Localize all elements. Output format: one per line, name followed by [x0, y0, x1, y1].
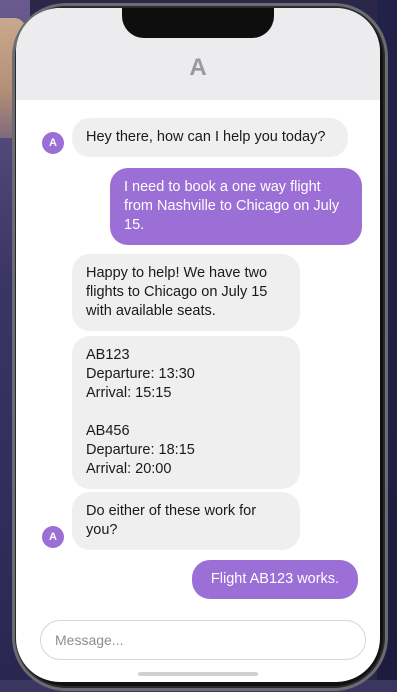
message-incoming-flights: AB123 Departure: 13:30 Arrival: 15:15 AB…: [72, 336, 300, 489]
message-incoming: Hey there, how can I help you today?: [72, 118, 348, 157]
flight-code: AB456: [86, 423, 130, 439]
message-text: Happy to help! We have two flights to Ch…: [86, 265, 268, 319]
contact-name: A: [189, 54, 207, 81]
home-indicator: [138, 672, 258, 676]
flight-departure: Departure: 13:30: [86, 366, 195, 382]
message-text: Hey there, how can I help you today?: [86, 129, 326, 145]
message-text: Do either of these work for you?: [86, 503, 257, 538]
message-input[interactable]: [55, 621, 351, 659]
message-incoming: Happy to help! We have two flights to Ch…: [72, 254, 300, 331]
message-composer[interactable]: [40, 620, 366, 660]
flight-code: AB123: [86, 347, 130, 363]
phone-screen: A A Hey there, how can I help you today?…: [16, 8, 380, 682]
phone-notch: [122, 8, 274, 38]
flight-arrival: Arrival: 20:00: [86, 461, 172, 477]
message-text: I need to book a one way flight from Nas…: [124, 179, 340, 233]
message-outgoing: I need to book a one way flight from Nas…: [110, 168, 362, 245]
flight-arrival: Arrival: 15:15: [86, 385, 172, 401]
message-text: Flight AB123 works.: [210, 571, 340, 587]
message-incoming: Do either of these work for you?: [72, 492, 300, 550]
avatar: A: [42, 526, 64, 548]
message-outgoing: Flight AB123 works.: [192, 560, 358, 599]
flight-departure: Departure: 18:15: [86, 442, 195, 458]
flight-spacer: [86, 403, 286, 422]
avatar: A: [42, 132, 64, 154]
